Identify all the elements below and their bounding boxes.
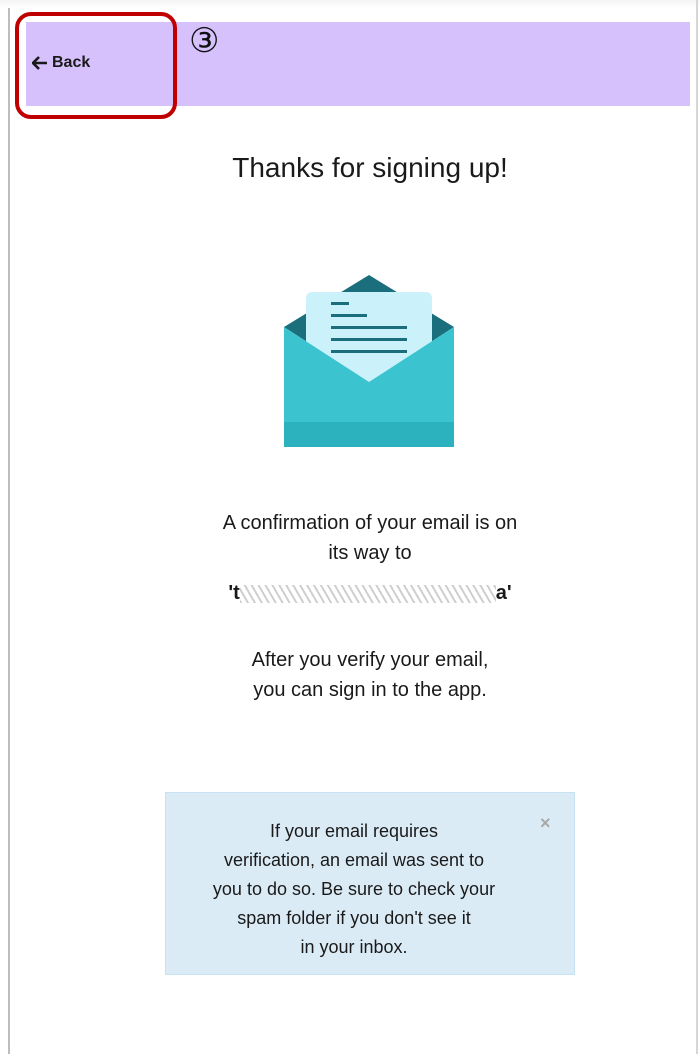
email-redaction <box>239 584 496 603</box>
alert-line-1: If your email requires <box>269 821 439 841</box>
confirmation-line-1: A confirmation of your email is on <box>222 512 518 534</box>
alert-message: If your email requires verification, an … <box>184 817 524 962</box>
email-prefix: 't <box>228 582 240 604</box>
close-icon[interactable]: × <box>540 813 551 834</box>
highlight-annotation <box>15 12 177 119</box>
info-alert: If your email requires verification, an … <box>165 792 575 975</box>
window-top-edge <box>0 0 699 8</box>
step-number-marker: ③ <box>189 21 220 61</box>
alert-line-2: verification, an email was sent to <box>223 850 485 870</box>
page-title: Thanks for signing up! <box>232 152 508 183</box>
alert-line-4: spam folder if you don't see it <box>237 908 471 928</box>
email-suffix: a' <box>495 582 512 604</box>
alert-line-3: you to do so. Be sure to check your <box>212 879 496 899</box>
verify-line-1: After you verify your email, <box>251 649 489 671</box>
envelope-icon <box>284 275 454 447</box>
confirmation-line-2: its way to <box>328 542 412 564</box>
confirmation-message: A confirmation of your email is on its w… <box>160 508 580 568</box>
verify-instructions: After you verify your email, you can sig… <box>160 645 580 705</box>
alert-line-5: in your inbox. <box>300 937 408 957</box>
email-address: 't a' <box>220 578 520 608</box>
verify-line-2: you can sign in to the app. <box>253 679 487 701</box>
